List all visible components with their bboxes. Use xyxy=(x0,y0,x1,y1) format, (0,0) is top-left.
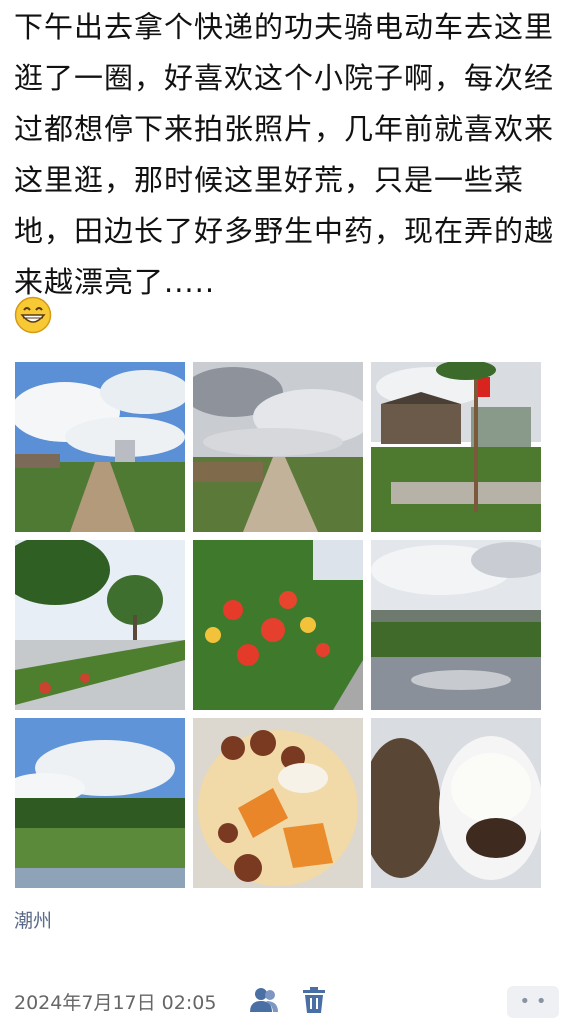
photo-thumbnail[interactable] xyxy=(371,540,541,710)
people-icon[interactable] xyxy=(249,986,279,1014)
photo-thumbnail[interactable] xyxy=(193,718,363,888)
photo-thumbnail[interactable] xyxy=(15,718,185,888)
grinning-face-emoji-icon xyxy=(14,296,52,334)
post-footer: 2024年7月17日 02:05 • • xyxy=(14,986,559,1018)
trash-icon[interactable] xyxy=(301,986,327,1014)
photo-thumbnail[interactable] xyxy=(371,362,541,532)
photo-thumbnail[interactable] xyxy=(371,718,541,888)
photo-thumbnail[interactable] xyxy=(15,540,185,710)
post-text: 下午出去拿个快递的功夫骑电动车去这里逛了一圈，好喜欢这个小院子啊，每次经过都想停… xyxy=(14,10,555,299)
photo-thumbnail[interactable] xyxy=(193,362,363,532)
photo-grid xyxy=(15,362,541,888)
post-timestamp: 2024年7月17日 02:05 xyxy=(14,992,217,1014)
location-link[interactable]: 潮州 xyxy=(14,906,52,933)
more-button[interactable]: • • xyxy=(507,986,559,1018)
photo-thumbnail[interactable] xyxy=(15,362,185,532)
photo-thumbnail[interactable] xyxy=(193,540,363,710)
